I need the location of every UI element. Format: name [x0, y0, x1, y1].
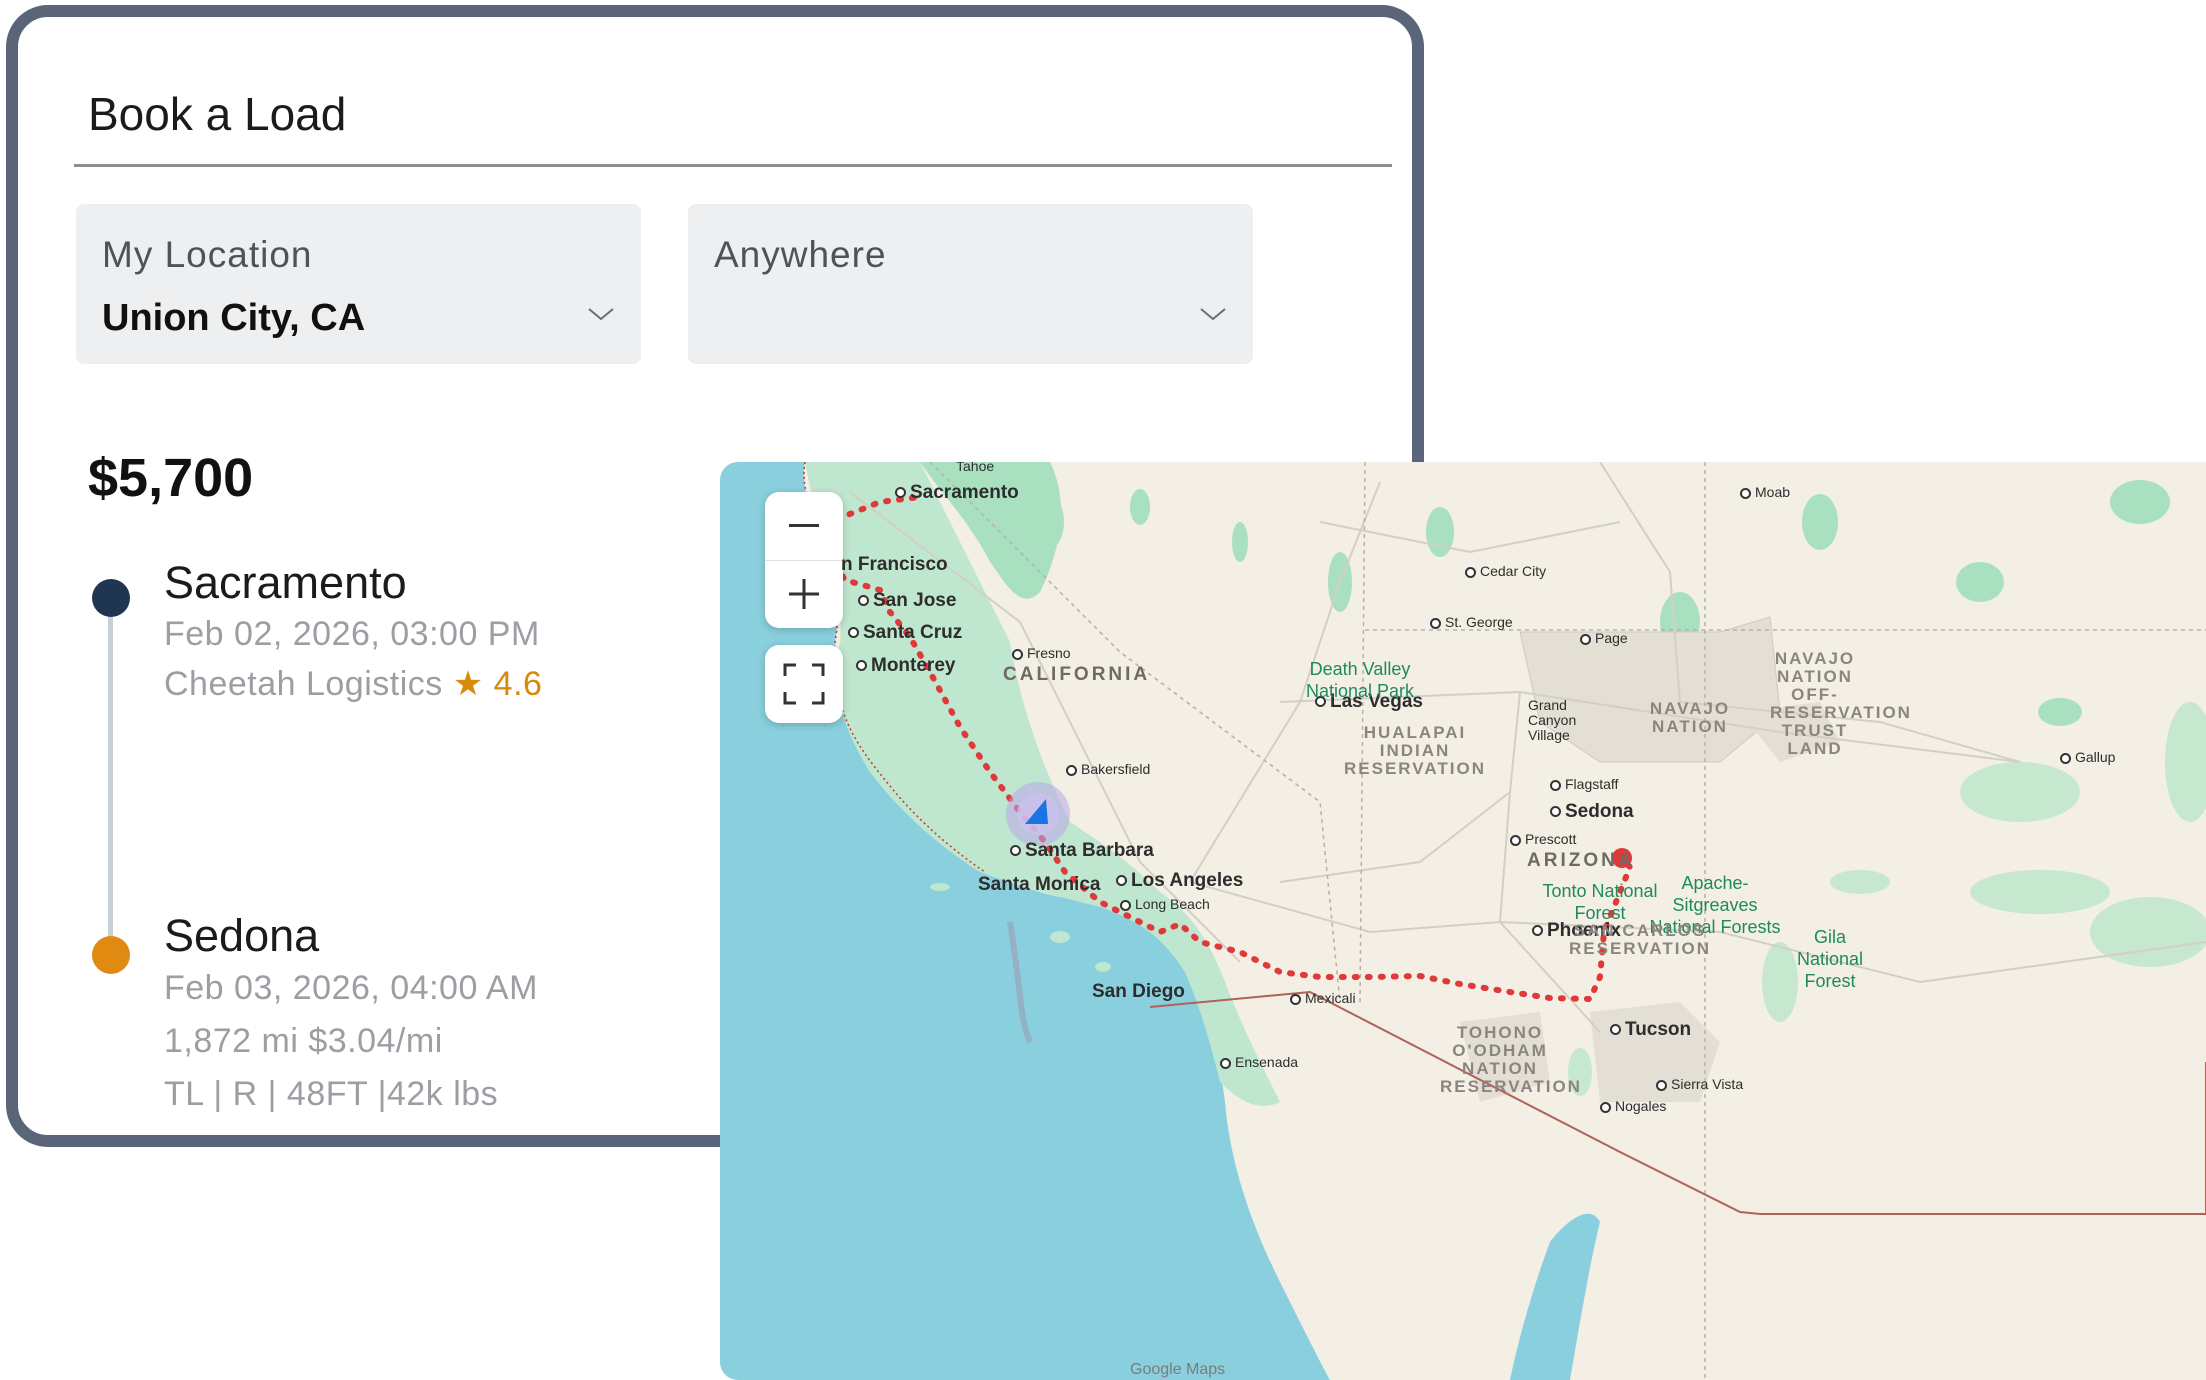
place-page: Page — [1580, 630, 1628, 646]
place-bakersfield: Bakersfield — [1066, 761, 1150, 777]
place-moab: Moab — [1740, 484, 1790, 500]
distance-rate: 1,872 mi $3.04/mi — [164, 1022, 443, 1060]
pickup-city: Sacramento — [164, 557, 407, 608]
destination-select[interactable]: Anywhere — [688, 204, 1253, 364]
place-st-george: St. George — [1430, 614, 1513, 630]
place-monterey: Monterey — [856, 655, 955, 677]
region-san-carlos: SAN CARLOS RESERVATION — [1569, 921, 1711, 958]
route-map[interactable]: Google Maps Sacramento Tahoe n Francisco… — [720, 462, 2206, 1380]
origin-value: Union City, CA — [102, 297, 366, 339]
place-grand-canyon: Grand Canyon Village — [1528, 697, 1577, 743]
zoom-control — [765, 492, 843, 628]
park-gila: Gila National Forest — [1796, 927, 1864, 991]
place-santa-barbara: Santa Barbara — [1010, 840, 1154, 862]
chevron-down-icon — [588, 308, 614, 321]
place-tucson: Tucson — [1610, 1019, 1691, 1041]
origin-label: My Location — [102, 234, 313, 275]
place-prescott: Prescott — [1510, 831, 1576, 847]
carrier-row: Cheetah Logistics ★ 4.6 — [164, 664, 542, 704]
place-sierra-vista: Sierra Vista — [1656, 1076, 1743, 1092]
place-santa-monica: Santa Monica — [978, 874, 1101, 895]
region-tohono: TOHONO O'ODHAM NATION RESERVATION — [1440, 1023, 1582, 1096]
region-hualapai: HUALAPAI INDIAN RESERVATION — [1344, 723, 1486, 778]
fullscreen-button[interactable] — [765, 645, 843, 723]
place-ensenada: Ensenada — [1220, 1054, 1298, 1070]
place-sacramento: Sacramento — [895, 482, 1019, 504]
timeline-line — [108, 600, 113, 940]
plus-icon — [789, 579, 819, 610]
place-sedona: Sedona — [1550, 801, 1634, 823]
destination-label: Anywhere — [714, 234, 887, 275]
dropoff-city: Sedona — [164, 910, 320, 961]
region-navajo-trust: NAVAJO NATION OFF-RESERVATION TRUST LAND — [1770, 649, 1912, 758]
dropoff-dot — [92, 936, 130, 974]
place-long-beach: Long Beach — [1120, 896, 1210, 912]
place-cedar-city: Cedar City — [1465, 563, 1546, 579]
zoom-out-button[interactable] — [765, 492, 843, 561]
equipment-details: TL | R | 48FT |42k lbs — [164, 1075, 499, 1113]
place-san-diego: San Diego — [1092, 981, 1185, 1002]
place-los-angeles: Los Angeles — [1116, 870, 1243, 892]
state-arizona: ARIZONA — [1527, 850, 1635, 871]
origin-select[interactable]: My Location Union City, CA — [76, 204, 641, 364]
pickup-dot — [92, 579, 130, 617]
fullscreen-icon — [783, 663, 825, 705]
place-fresno: Fresno — [1012, 645, 1071, 661]
star-icon: ★ — [452, 665, 484, 703]
map-attribution: Google Maps — [1130, 1361, 1225, 1378]
zoom-in-button[interactable] — [765, 561, 843, 629]
chevron-down-icon — [1200, 308, 1226, 321]
minus-icon — [789, 523, 819, 527]
place-nogales: Nogales — [1600, 1098, 1666, 1114]
park-death-valley: Death Valley National Park — [1305, 659, 1415, 701]
region-navajo-nation: NAVAJO NATION — [1649, 699, 1731, 736]
carrier-rating: 4.6 — [493, 665, 543, 703]
place-san-jose: San Jose — [858, 590, 956, 612]
carrier-name: Cheetah Logistics — [164, 665, 443, 703]
dropoff-datetime: Feb 03, 2026, 04:00 AM — [164, 969, 538, 1007]
load-price: $5,700 — [88, 448, 254, 508]
state-california: CALIFORNIA — [1003, 664, 1151, 685]
place-tahoe: Tahoe — [956, 462, 995, 474]
title-divider — [74, 164, 1392, 167]
place-san-francisco: n Francisco — [841, 554, 948, 575]
place-flagstaff: Flagstaff — [1550, 776, 1618, 792]
place-santa-cruz: Santa Cruz — [848, 622, 962, 644]
place-mexicali: Mexicali — [1290, 990, 1356, 1006]
card-title: Book a Load — [88, 88, 347, 140]
place-gallup: Gallup — [2060, 749, 2115, 765]
pickup-datetime: Feb 02, 2026, 03:00 PM — [164, 615, 540, 653]
